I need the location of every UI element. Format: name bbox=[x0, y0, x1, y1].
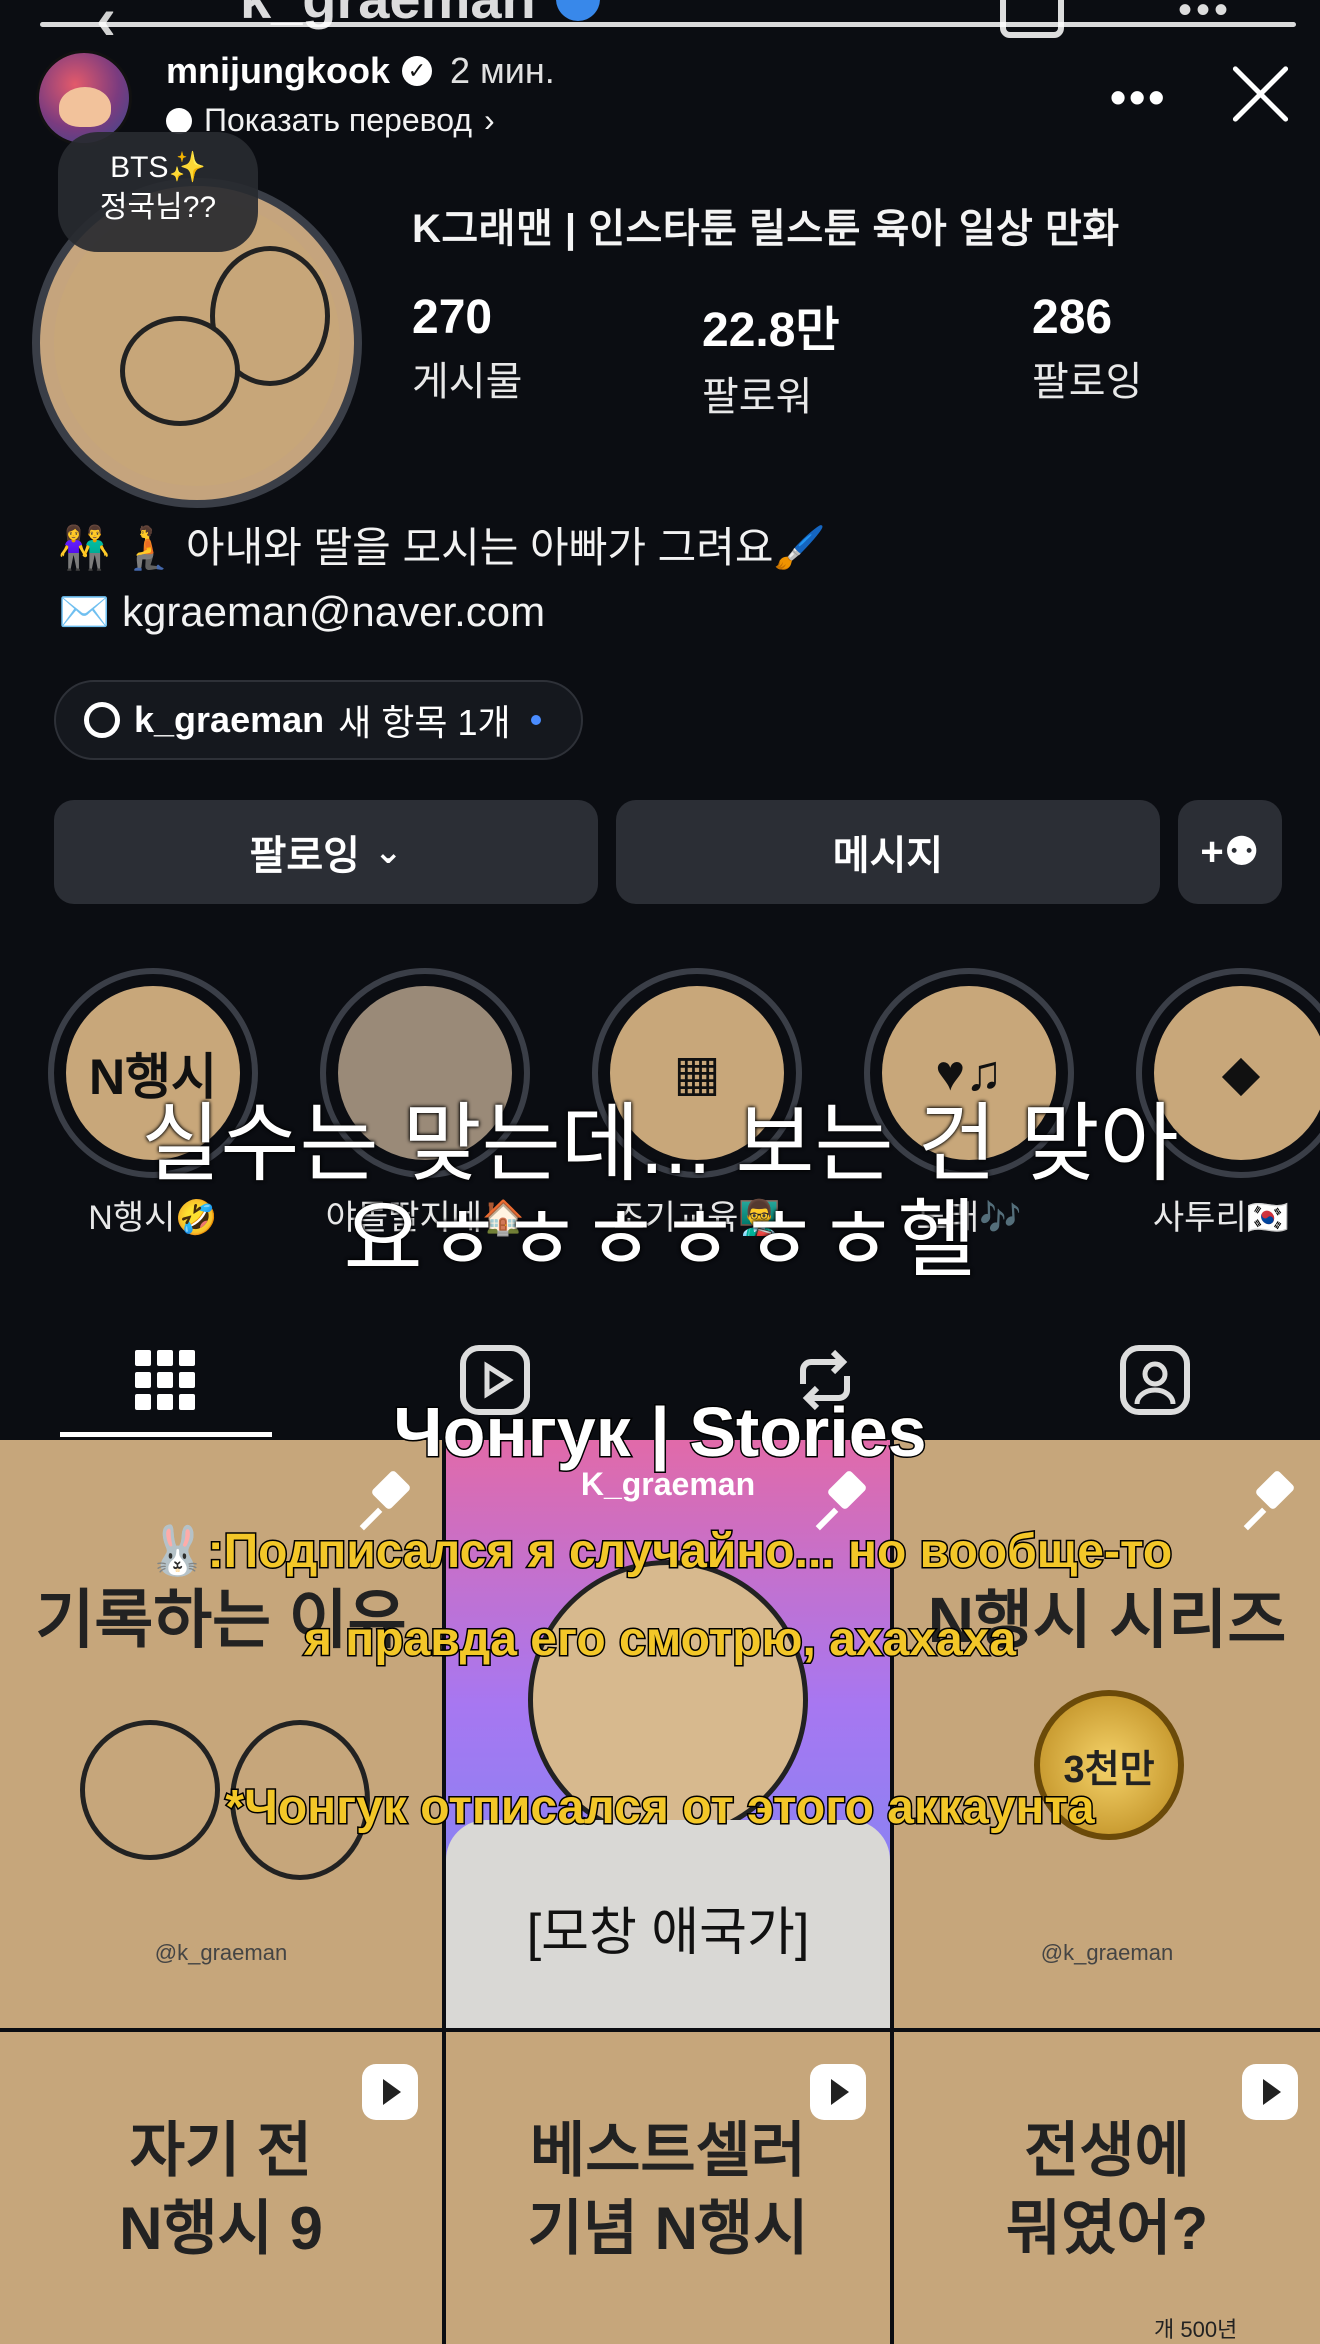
post-tile[interactable]: 베스트셀러 기념 N행시 bbox=[446, 2032, 890, 2344]
bio-line: 👫 🧎 아내와 딸을 모시는 아빠가 그려요🖌️ bbox=[58, 524, 826, 571]
profile-display-name: K그래맨 | 인스타툰 릴스툰 육아 일상 만화 bbox=[412, 207, 1120, 251]
threads-handle: k_graeman bbox=[134, 699, 325, 740]
story-subtitle-line: 🐰:Подписался я случайно... но вообще-то bbox=[146, 1524, 1173, 1580]
reel-icon bbox=[810, 2064, 866, 2120]
close-icon[interactable] bbox=[1228, 62, 1292, 126]
story-korean-text: 실수는 맞는데... 보는 건 맞아 요ㅎㅎㅎㅎㅎㅎ헬 bbox=[0, 1096, 1320, 1288]
following-label: 팔로잉 bbox=[249, 834, 360, 878]
stat-label: 팔로잉 bbox=[1032, 360, 1143, 404]
add-user-icon: +⚉ bbox=[1200, 830, 1260, 874]
post-tile[interactable]: 전생에 뭐였어? 개 500년 bbox=[894, 2032, 1320, 2344]
reel-icon bbox=[1242, 2064, 1298, 2120]
story-note: *Чонгук отписался от этого аккаунта bbox=[224, 1780, 1096, 1836]
post-title: 자기 전 N행시 9 bbox=[119, 2117, 323, 2262]
bell-icon[interactable] bbox=[1000, 0, 1064, 38]
story-caption-title: Чонгук | Stories bbox=[392, 1392, 928, 1473]
threads-icon bbox=[84, 702, 120, 738]
watermark: @k_graeman bbox=[154, 1940, 288, 1965]
chevron-right-icon: › bbox=[484, 102, 495, 138]
add-user-button[interactable]: +⚉ bbox=[1178, 800, 1282, 904]
reel-icon bbox=[362, 2064, 418, 2120]
stat-following[interactable]: 286 팔로잉 bbox=[1032, 290, 1142, 407]
threads-link[interactable]: k_graeman 새 항목 1개 bbox=[54, 680, 583, 760]
story-subtitle-line: я правда его смотрю, ахахаха bbox=[302, 1612, 1017, 1668]
story-progress-bar bbox=[40, 22, 1296, 27]
verified-badge-icon bbox=[555, 0, 600, 21]
translate-label: Показать перевод bbox=[204, 102, 473, 138]
korean-line: 요ㅎㅎㅎㅎㅎㅎ헬 bbox=[343, 1192, 977, 1288]
stat-value: 270 bbox=[412, 291, 493, 344]
following-button[interactable]: 팔로잉 ⌄ bbox=[54, 800, 598, 904]
post-title: 전생에 뭐였어? bbox=[1005, 2117, 1209, 2262]
watermark: @k_graeman bbox=[1040, 1940, 1174, 1965]
new-dot-icon bbox=[530, 715, 541, 725]
bio-email[interactable]: ✉️ kgraeman@naver.com bbox=[58, 580, 826, 644]
post-title: 베스트셀러 기념 N행시 bbox=[527, 2117, 809, 2262]
pin-icon bbox=[816, 1470, 876, 1530]
stat-label: 팔로워 bbox=[702, 375, 813, 419]
story-time: 2 мин. bbox=[450, 50, 555, 91]
stat-label: 게시물 bbox=[412, 360, 523, 404]
stat-value: 286 bbox=[1032, 291, 1113, 344]
message-label: 메시지 bbox=[832, 834, 944, 878]
post-tile[interactable]: 자기 전 N행시 9 bbox=[0, 2032, 442, 2344]
note-text: BTS✨ 정국님?? bbox=[99, 151, 217, 224]
profile-bio: 👫 🧎 아내와 딸을 모시는 아빠가 그려요🖌️ ✉️ kgraeman@nav… bbox=[58, 516, 826, 644]
message-button[interactable]: 메시지 bbox=[616, 800, 1160, 904]
korean-line: 실수는 맞는데... 보는 건 맞아 bbox=[141, 1096, 1179, 1192]
more-top-icon[interactable]: ••• bbox=[1178, 0, 1232, 33]
post-caption: [모창 애국가] bbox=[526, 1904, 810, 1962]
stat-followers[interactable]: 22.8만 팔로워 bbox=[702, 290, 840, 422]
verified-check-icon: ✓ bbox=[402, 56, 432, 86]
pin-icon bbox=[1244, 1470, 1304, 1530]
note-bubble[interactable]: BTS✨ 정국님?? bbox=[58, 132, 258, 252]
post-extra: 개 500년 bbox=[1154, 2317, 1238, 2342]
story-more-icon[interactable]: ••• bbox=[1110, 70, 1167, 124]
story-screen: ‹ k_graeman ••• mnijungkook ✓ 2 мин. Пок… bbox=[0, 0, 1320, 2344]
translate-icon bbox=[166, 107, 192, 134]
stat-value: 22.8만 bbox=[702, 304, 840, 357]
chevron-down-icon: ⌄ bbox=[373, 833, 403, 871]
threads-new-items: 새 항목 1개 bbox=[338, 702, 511, 743]
stat-posts[interactable]: 270 게시물 bbox=[412, 290, 522, 407]
story-username[interactable]: mnijungkook bbox=[166, 50, 390, 92]
pin-icon bbox=[360, 1470, 420, 1530]
